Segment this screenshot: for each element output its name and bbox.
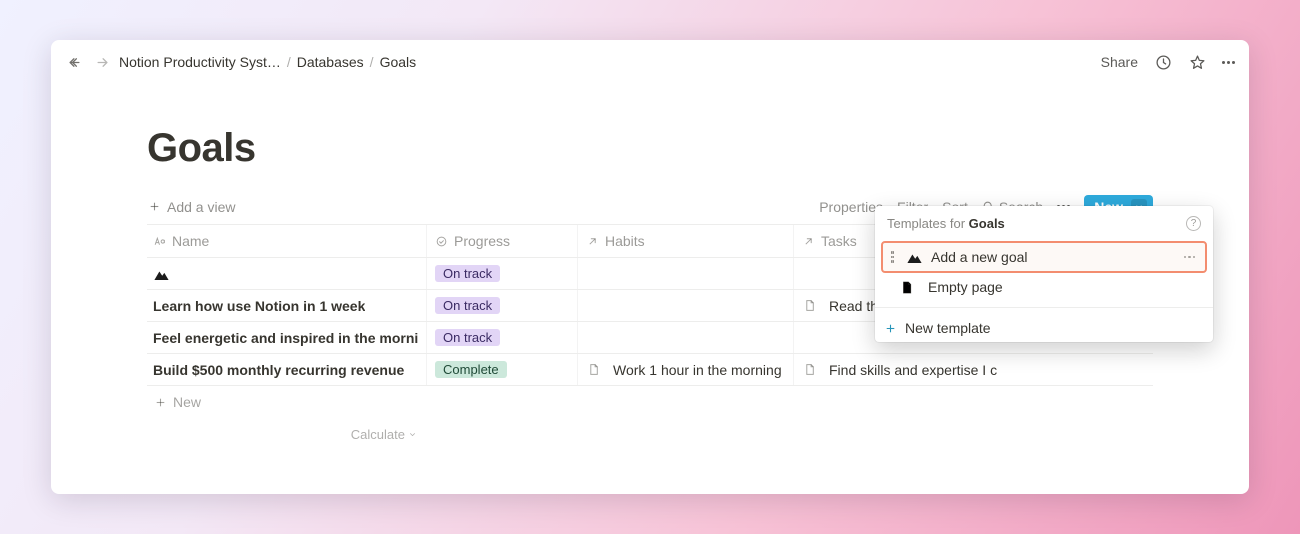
breadcrumb-item[interactable]: Databases <box>297 54 364 70</box>
cell-tasks[interactable]: Find skills and expertise I c <box>794 354 1152 385</box>
updates-icon[interactable] <box>1154 53 1172 71</box>
new-row-button[interactable]: New <box>147 386 1153 418</box>
calculate-label: Calculate <box>351 427 405 442</box>
column-header-label: Tasks <box>821 233 857 249</box>
cell-habits[interactable]: Work 1 hour in the morning <box>578 354 794 385</box>
cell-habits[interactable] <box>578 290 794 321</box>
nav-forward-button[interactable] <box>93 53 111 71</box>
breadcrumb-separator: / <box>370 54 374 70</box>
add-view-button[interactable]: Add a view <box>147 199 235 215</box>
calculate-button[interactable]: Calculate <box>147 418 427 450</box>
relation-chip[interactable]: Find skills and expertise I c <box>829 362 997 378</box>
cell-name[interactable]: Feel energetic and inspired in the morni… <box>147 322 427 353</box>
share-button[interactable]: Share <box>1101 54 1138 70</box>
new-row-label: New <box>173 394 201 410</box>
properties-button[interactable]: Properties <box>819 199 883 215</box>
breadcrumb-item[interactable]: Notion Productivity Syst… <box>119 54 281 70</box>
favorite-star-icon[interactable] <box>1188 53 1206 71</box>
table-row[interactable]: Build $500 monthly recurring revenue Comp… <box>147 354 1153 386</box>
template-item-label: Empty page <box>928 279 1203 295</box>
cell-name[interactable] <box>147 258 427 289</box>
plus-icon <box>147 200 161 214</box>
cell-name-text: Learn how use Notion in 1 week <box>153 298 365 314</box>
new-template-button[interactable]: New template <box>875 314 1213 342</box>
cell-progress[interactable]: On track <box>427 290 578 321</box>
column-header-label: Habits <box>605 233 645 249</box>
topbar: Notion Productivity Syst… / Databases / … <box>51 40 1249 84</box>
column-header-progress[interactable]: Progress <box>427 225 578 257</box>
template-item-more-icon[interactable] <box>1184 256 1196 259</box>
status-badge: On track <box>435 329 500 346</box>
page-icon <box>802 362 817 377</box>
plus-icon <box>883 321 897 335</box>
calculate-row: Calculate <box>147 418 1153 450</box>
template-item-empty-page[interactable]: Empty page <box>875 273 1213 301</box>
cell-name-text: Feel energetic and inspired in the morni… <box>153 330 418 346</box>
cell-habits[interactable] <box>578 322 794 353</box>
column-header-name[interactable]: Name <box>147 225 427 257</box>
breadcrumb-separator: / <box>287 54 291 70</box>
popover-header: Templates for Goals ? <box>875 206 1213 241</box>
status-badge: On track <box>435 297 500 314</box>
column-header-habits[interactable]: Habits <box>578 225 794 257</box>
page-title[interactable]: Goals <box>147 126 1153 171</box>
breadcrumb: Notion Productivity Syst… / Databases / … <box>119 54 416 70</box>
relation-chip[interactable]: Work 1 hour in the morning <box>613 362 782 378</box>
nav-back-button[interactable] <box>65 53 83 71</box>
plus-icon <box>153 395 167 409</box>
column-header-label: Name <box>172 233 209 249</box>
more-menu-icon[interactable] <box>1222 61 1235 64</box>
help-icon[interactable]: ? <box>1186 216 1201 231</box>
status-badge: On track <box>435 265 500 282</box>
template-item-label: Add a new goal <box>931 249 1176 265</box>
add-view-label: Add a view <box>167 199 235 215</box>
cell-name-text: Build $500 monthly recurring revenue <box>153 362 404 378</box>
templates-popover: Templates for Goals ? Add a new goal Emp… <box>875 206 1213 342</box>
cell-progress[interactable]: On track <box>427 322 578 353</box>
popover-separator <box>875 307 1213 308</box>
app-window: Notion Productivity Syst… / Databases / … <box>51 40 1249 494</box>
cell-name[interactable]: Build $500 monthly recurring revenue <box>147 354 427 385</box>
status-badge: Complete <box>435 361 507 378</box>
page-icon <box>586 362 601 377</box>
cell-progress[interactable]: Complete <box>427 354 578 385</box>
cell-name[interactable]: Learn how use Notion in 1 week <box>147 290 427 321</box>
popover-heading-prefix: Templates for <box>887 216 969 231</box>
drag-handle-icon[interactable] <box>891 251 898 263</box>
breadcrumb-item[interactable]: Goals <box>380 54 417 70</box>
column-header-label: Progress <box>454 233 510 249</box>
page-icon <box>802 298 817 313</box>
new-template-label: New template <box>905 320 1203 336</box>
cell-progress[interactable]: On track <box>427 258 578 289</box>
cell-habits[interactable] <box>578 258 794 289</box>
mountain-icon <box>153 268 170 280</box>
page-icon <box>899 280 914 295</box>
popover-heading-subject: Goals <box>969 216 1005 231</box>
template-item-add-new-goal[interactable]: Add a new goal <box>881 241 1207 273</box>
mountain-icon <box>906 251 923 263</box>
